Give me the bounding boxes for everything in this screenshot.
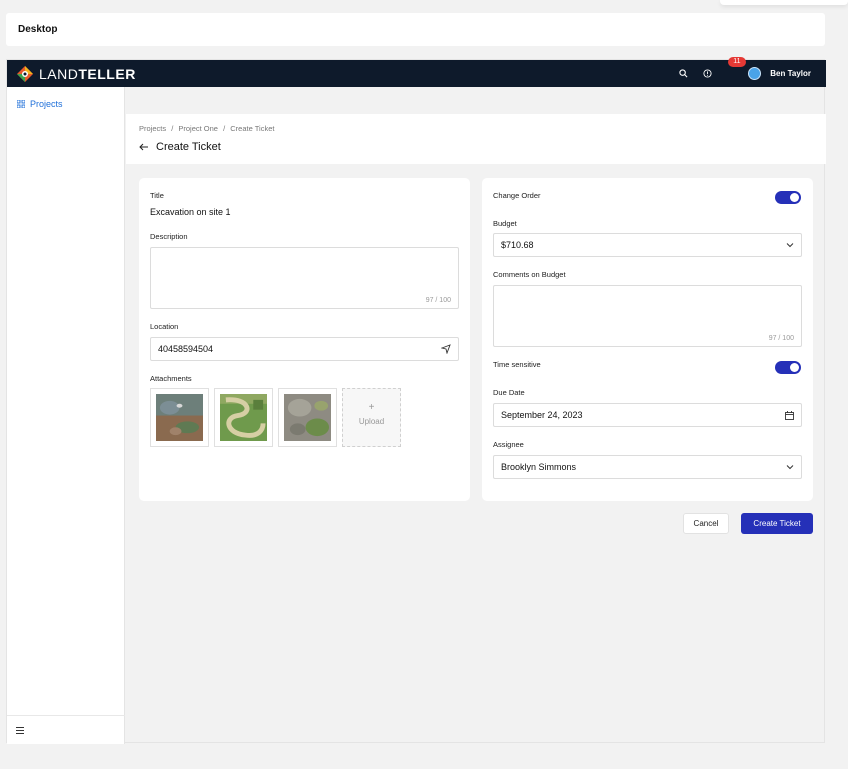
- due-date-label: Due Date: [493, 388, 525, 397]
- top-navbar: LANDTELLER 11 Ben Taylor: [7, 56, 826, 87]
- sidebar-footer: [7, 715, 125, 744]
- time-sensitive-toggle[interactable]: [775, 361, 801, 374]
- attachments-label: Attachments: [150, 374, 192, 383]
- change-order-toggle[interactable]: [775, 191, 801, 204]
- breadcrumb-separator: /: [223, 124, 226, 133]
- breadcrumb-project-one[interactable]: Project One: [178, 124, 218, 133]
- attachment-thumbnail[interactable]: [214, 388, 273, 447]
- assignee-label: Assignee: [493, 440, 524, 449]
- user-name[interactable]: Ben Taylor: [770, 69, 811, 78]
- budget-select[interactable]: $710.68: [493, 233, 802, 257]
- description-textarea[interactable]: 97 / 100: [150, 247, 459, 309]
- page-title: Create Ticket: [139, 141, 221, 153]
- attachment-thumbnail[interactable]: [150, 388, 209, 447]
- notifications-button[interactable]: 11: [724, 56, 746, 81]
- create-ticket-button[interactable]: Create Ticket: [741, 513, 813, 534]
- upload-attachment-button[interactable]: + Upload: [342, 388, 401, 447]
- floating-panel-edge: [720, 0, 848, 5]
- comments-textarea[interactable]: 97 / 100: [493, 285, 802, 347]
- info-icon[interactable]: [700, 67, 714, 81]
- comments-label: Comments on Budget: [493, 270, 566, 279]
- aerial-photo-2: [220, 394, 267, 441]
- location-value: 40458594504: [158, 344, 214, 354]
- cancel-button[interactable]: Cancel: [683, 513, 729, 534]
- app-window: LANDTELLER 11 Ben Taylor Projects Projec…: [6, 56, 826, 744]
- ticket-details-card: Title Excavation on site 1 Description 9…: [139, 178, 470, 501]
- frame-title: Desktop: [6, 13, 825, 46]
- sidebar-item-label: Projects: [30, 99, 63, 109]
- upload-label: Upload: [358, 417, 385, 426]
- notification-count-badge: 11: [728, 56, 746, 67]
- hamburger-menu-icon[interactable]: [16, 726, 24, 734]
- page-header: Projects / Project One / Create Ticket C…: [126, 114, 826, 164]
- breadcrumb-projects[interactable]: Projects: [139, 124, 166, 133]
- search-icon[interactable]: [676, 67, 690, 81]
- chevron-down-icon: [786, 465, 794, 470]
- grid-icon: [17, 100, 25, 108]
- page-title-text: Create Ticket: [156, 141, 221, 153]
- budget-label: Budget: [493, 219, 517, 228]
- description-label: Description: [150, 232, 188, 241]
- assignee-value: Brooklyn Simmons: [501, 462, 577, 472]
- due-date-picker[interactable]: September 24, 2023: [493, 403, 802, 427]
- budget-card: Change Order Budget $710.68 Comments on …: [482, 178, 813, 501]
- budget-value: $710.68: [501, 240, 534, 250]
- comments-char-counter: 97 / 100: [768, 335, 794, 342]
- location-label: Location: [150, 322, 179, 331]
- due-date-value: September 24, 2023: [501, 410, 583, 420]
- sidebar-item-projects[interactable]: Projects: [7, 87, 124, 109]
- title-field[interactable]: Excavation on site 1: [150, 207, 231, 217]
- calendar-icon[interactable]: [785, 411, 794, 420]
- navbar-right: 11 Ben Taylor: [666, 56, 811, 81]
- breadcrumb-separator: /: [171, 124, 174, 133]
- chevron-down-icon: [786, 243, 794, 248]
- aerial-photo-1: [156, 394, 203, 441]
- plus-icon: +: [368, 402, 375, 413]
- breadcrumb-current: Create Ticket: [230, 124, 275, 133]
- brand-logo[interactable]: LANDTELLER: [17, 65, 136, 82]
- breadcrumb: Projects / Project One / Create Ticket: [139, 124, 277, 133]
- description-char-counter: 97 / 100: [425, 297, 451, 304]
- brand-name: LANDTELLER: [39, 66, 136, 82]
- sidebar: Projects: [7, 87, 125, 744]
- back-arrow-icon[interactable]: [139, 143, 148, 151]
- change-order-label: Change Order: [493, 191, 541, 200]
- assignee-select[interactable]: Brooklyn Simmons: [493, 455, 802, 479]
- time-sensitive-label: Time sensitive: [493, 360, 541, 369]
- logo-mark-icon: [17, 65, 33, 82]
- location-input[interactable]: 40458594504: [150, 337, 459, 361]
- brand-name-bold: TELLER: [78, 65, 136, 82]
- aerial-photo-3: [284, 394, 331, 441]
- send-location-icon[interactable]: [441, 344, 451, 354]
- brand-name-thin: LAND: [39, 65, 79, 82]
- avatar[interactable]: [748, 67, 762, 80]
- title-label: Title: [150, 191, 164, 200]
- attachment-thumbnail[interactable]: [278, 388, 337, 447]
